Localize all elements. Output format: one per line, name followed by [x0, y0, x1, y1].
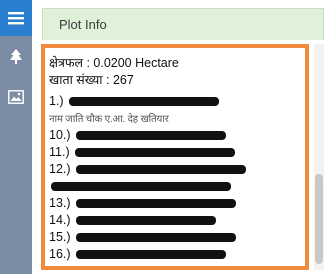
owner-number: 14.) — [49, 213, 71, 227]
redaction-mark — [76, 165, 247, 175]
plot-info-title: Plot Info — [59, 17, 107, 32]
owner-number: 15.) — [49, 230, 71, 244]
plot-info-header[interactable]: Plot Info — [42, 8, 324, 40]
tree-icon — [10, 49, 22, 64]
tree-button[interactable] — [0, 40, 32, 74]
owner-line: 11.) — [49, 145, 301, 160]
area-line: क्षेत्रफल : 0.0200 Hectare — [49, 56, 179, 70]
scrollbar-thumb[interactable] — [315, 174, 323, 264]
menu-button[interactable] — [0, 0, 32, 36]
owner-number: 11.) — [49, 145, 70, 159]
redaction-mark — [76, 233, 237, 243]
plot-info-content: क्षेत्रफल : 0.0200 Hectare खाता संख्या :… — [49, 56, 301, 264]
redaction-mark — [75, 148, 236, 158]
redaction-mark — [69, 97, 220, 107]
menu-icon — [8, 12, 24, 25]
redaction-mark — [76, 199, 237, 209]
owner-number: 1.) — [49, 94, 64, 108]
panel-scrollbar[interactable] — [314, 44, 324, 270]
owner-line — [49, 179, 301, 194]
account-line: खाता संख्या : 267 — [49, 73, 134, 87]
image-icon — [8, 90, 24, 104]
owner-text: नाम जाति चौक ए.आ. देह खतियार — [49, 114, 169, 125]
redaction-mark — [76, 131, 227, 141]
image-button[interactable] — [0, 80, 32, 114]
redaction-mark — [76, 250, 227, 260]
left-sidebar — [0, 0, 32, 274]
owner-number: 10.) — [49, 128, 71, 142]
owner-line: 12.) — [49, 162, 301, 177]
redaction-mark — [76, 216, 217, 226]
owner-number: 13.) — [49, 196, 71, 210]
redaction-mark — [51, 182, 231, 192]
owner-line: नाम जाति चौक ए.आ. देह खतियार — [49, 111, 301, 126]
owner-number: 12.) — [49, 162, 71, 176]
owner-number: 16.) — [49, 247, 71, 261]
owner-line: 10.) — [49, 128, 301, 143]
owner-line: 13.) — [49, 196, 301, 211]
plot-info-panel: क्षेत्रफल : 0.0200 Hectare खाता संख्या :… — [41, 44, 309, 270]
owner-line: 14.) — [49, 213, 301, 228]
owner-line: 1.) — [49, 94, 301, 109]
owner-line: 16.) — [49, 247, 301, 262]
owner-line: 15.) — [49, 230, 301, 245]
